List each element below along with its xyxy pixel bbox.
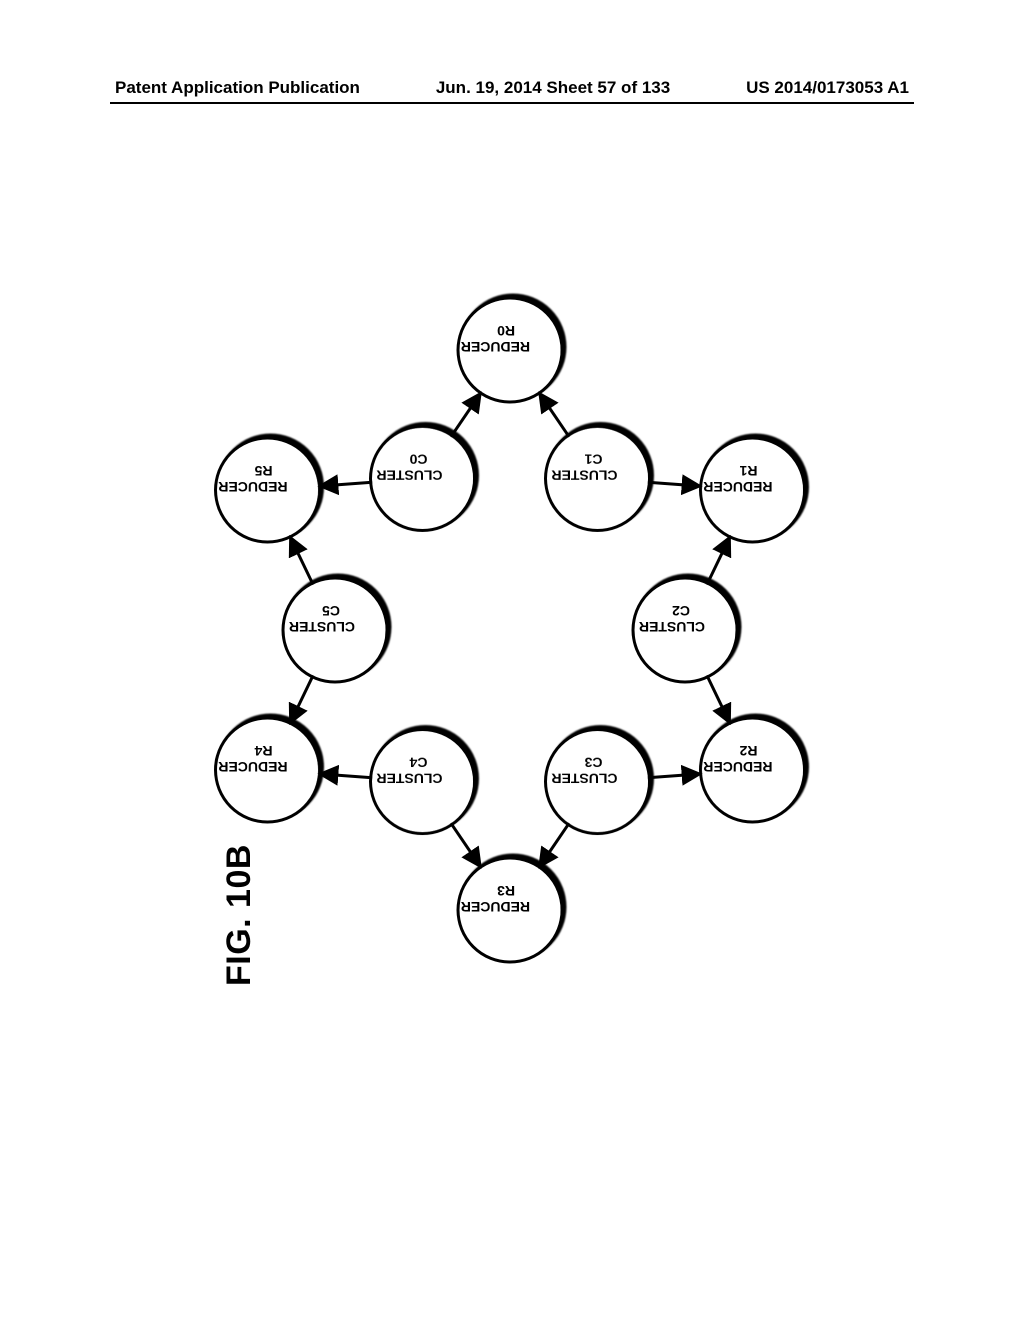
- node-reducer-r4: REDUCER R4: [214, 718, 319, 822]
- node-cluster-c2: CLUSTER C2: [633, 578, 737, 682]
- edge-c5-r5: [290, 537, 313, 585]
- edge-c0-r0: [451, 393, 481, 437]
- figure-area: REDUCER R0 REDUCER R1 REDUCER: [160, 240, 860, 1020]
- node-cluster-c4: CLUSTER C4: [371, 730, 475, 834]
- node-reducer-r5: REDUCER R5: [214, 438, 319, 542]
- page: Patent Application Publication Jun. 19, …: [0, 0, 1024, 1320]
- node-reducer-r3: REDUCER R3: [457, 858, 562, 962]
- edge-c1-r1: [648, 482, 701, 486]
- edge-c1-r0: [539, 393, 569, 437]
- edge-c4-r4: [320, 774, 373, 778]
- figure-caption: FIG. 10B: [220, 844, 259, 986]
- header-right: US 2014/0173053 A1: [746, 78, 909, 98]
- edge-c4-r3: [451, 823, 481, 867]
- edge-c5-r4: [290, 675, 313, 723]
- node-cluster-c5: CLUSTER C5: [283, 578, 387, 682]
- edge-c0-r5: [320, 482, 373, 486]
- node-reducer-r2: REDUCER R2: [699, 718, 804, 822]
- node-reducer-r0: REDUCER R0: [457, 298, 562, 402]
- node-cluster-c0: CLUSTER C0: [371, 426, 475, 530]
- edge-c2-r2: [707, 675, 730, 723]
- header-center: Jun. 19, 2014 Sheet 57 of 133: [436, 78, 670, 98]
- node-cluster-c1: CLUSTER C1: [546, 426, 650, 530]
- edge-c3-r3: [539, 823, 569, 867]
- edge-c3-r2: [648, 774, 701, 778]
- cluster-reducer-diagram: REDUCER R0 REDUCER R1 REDUCER: [160, 240, 860, 1020]
- header-rule: [110, 102, 914, 104]
- page-header: Patent Application Publication Jun. 19, …: [115, 78, 909, 98]
- node-reducer-r1: REDUCER R1: [699, 438, 804, 542]
- edge-c2-r1: [707, 537, 730, 585]
- header-left: Patent Application Publication: [115, 78, 360, 98]
- node-cluster-c3: CLUSTER C3: [546, 730, 650, 834]
